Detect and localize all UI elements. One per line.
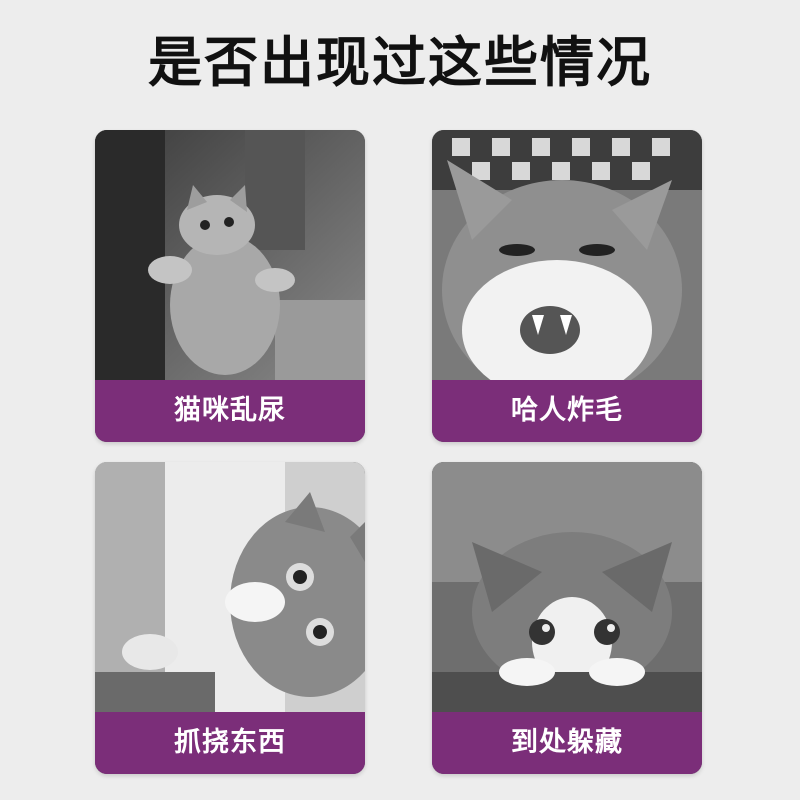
page-title: 是否出现过这些情况 (148, 31, 652, 94)
card-cat-hiding: 到处躲藏 (432, 462, 702, 774)
card-cat-hissing: 哈人炸毛 (432, 130, 702, 442)
card-label: 抓挠东西 (95, 712, 365, 774)
cat-hiding-photo (432, 462, 702, 712)
cat-standing-photo (95, 130, 365, 380)
card-label: 猫咪乱尿 (95, 380, 365, 442)
card-label: 到处躲藏 (432, 712, 702, 774)
card-cat-scratching: 抓挠东西 (95, 462, 365, 774)
card-label: 哈人炸毛 (432, 380, 702, 442)
cat-hissing-photo (432, 130, 702, 380)
cat-scratching-photo (95, 462, 365, 712)
card-cat-peeing: 猫咪乱尿 (95, 130, 365, 442)
